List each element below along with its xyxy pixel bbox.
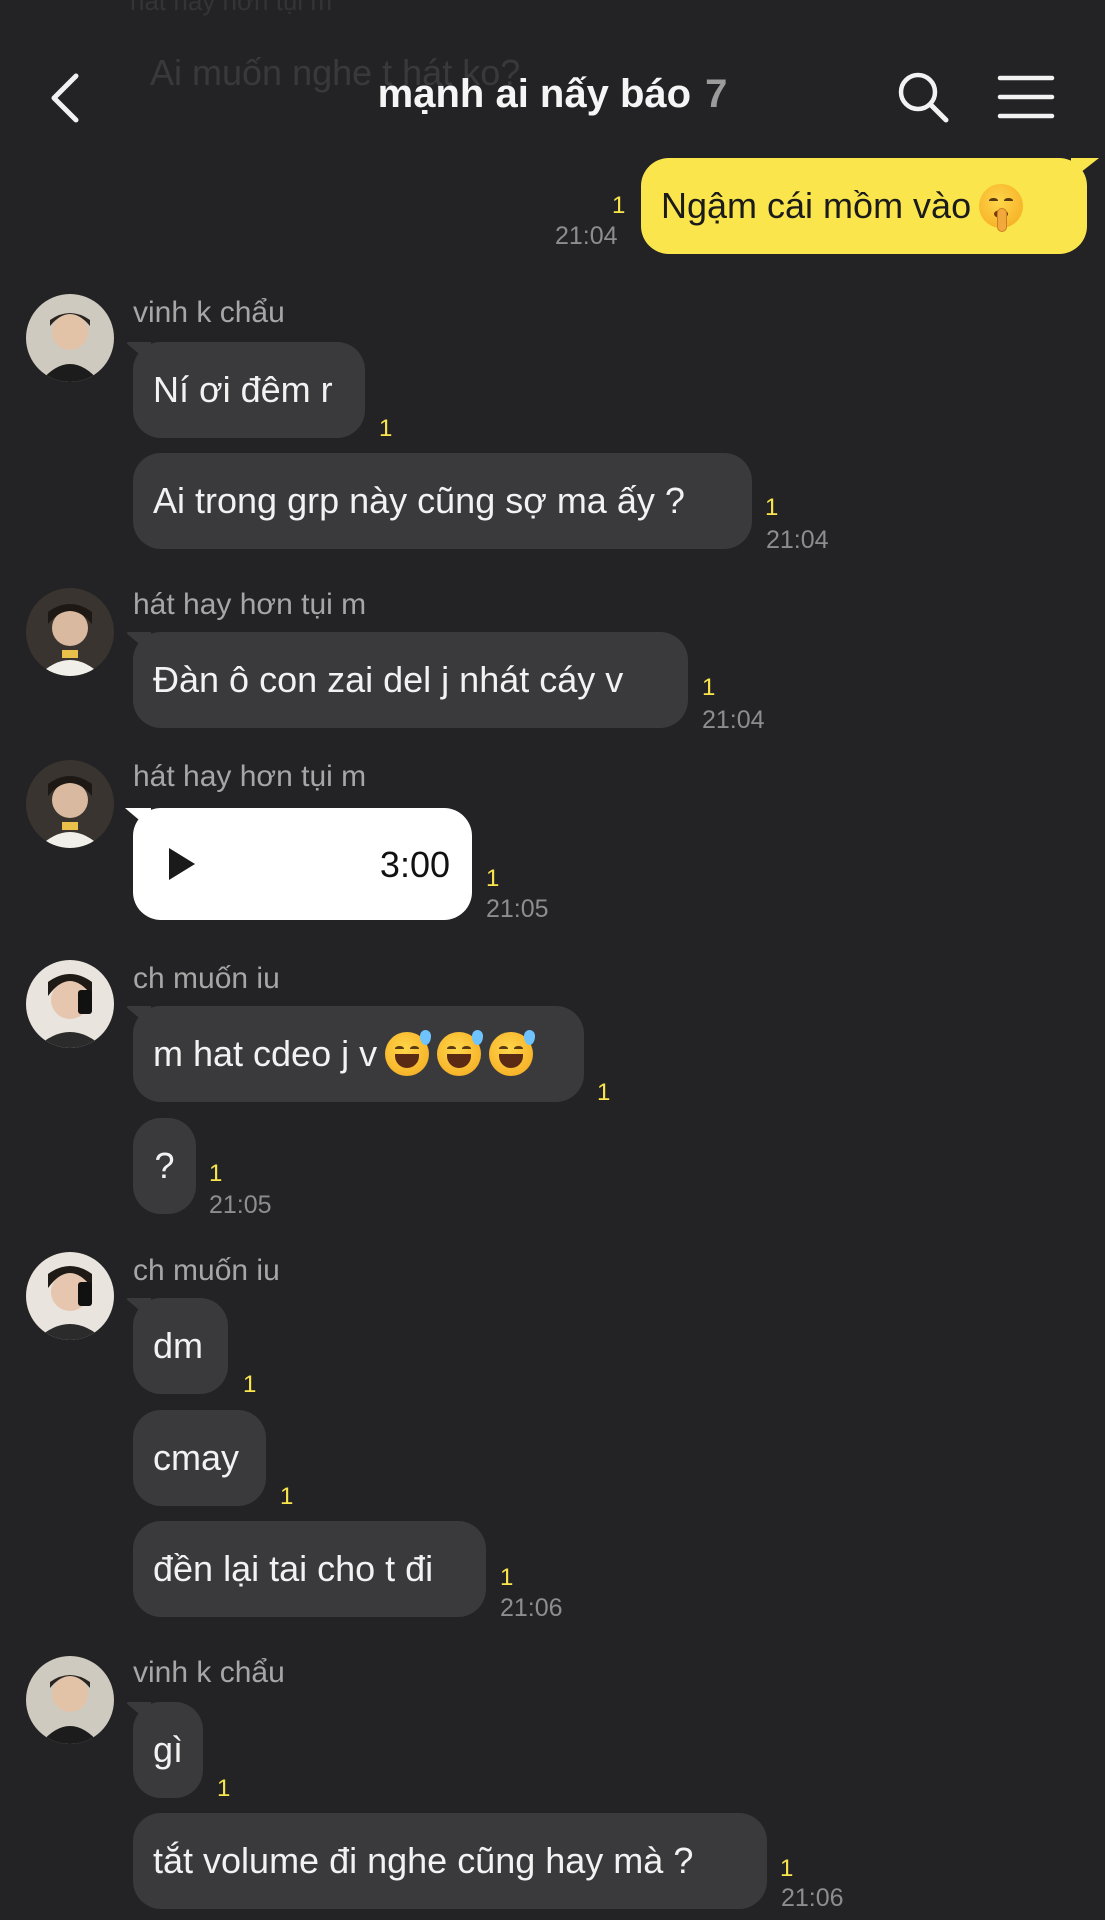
- unread-count: 1: [500, 1564, 514, 1591]
- sender-name: hát hay hơn tụi m: [133, 760, 367, 793]
- my-message-bubble[interactable]: Ngậm cái mồm vào: [641, 158, 1087, 254]
- message-text: tắt volume đi nghe cũng hay mà ?: [153, 1840, 694, 1881]
- hamburger-menu-icon: [997, 75, 1055, 119]
- message-text: Ai trong grp này cũng sợ ma ấy ?: [153, 480, 685, 521]
- message-text: Ní ơi đêm r: [153, 369, 333, 410]
- shushing-face-emoji: [979, 184, 1024, 232]
- message-bubble[interactable]: tắt volume đi nghe cũng hay mà ?: [133, 1813, 767, 1909]
- avatar[interactable]: [26, 294, 114, 382]
- unread-count: 1: [486, 865, 500, 892]
- unread-count: 1: [217, 1775, 231, 1802]
- message-text: dm: [153, 1325, 204, 1366]
- unread-count: 1: [702, 674, 716, 701]
- voice-duration: 3:00: [379, 844, 450, 885]
- unread-count: 1: [780, 1855, 794, 1882]
- chat-screen: hát hay hơn tụi m Ai muốn nghe t hát ko?…: [0, 0, 1105, 1920]
- message-text: ?: [154, 1145, 175, 1186]
- message-bubble[interactable]: đền lại tai cho t đi: [133, 1521, 486, 1617]
- avatar[interactable]: [26, 760, 114, 848]
- voice-message[interactable]: 3:00: [133, 808, 472, 920]
- avatar[interactable]: [26, 588, 114, 676]
- search-button[interactable]: [896, 70, 952, 126]
- unread-count: 1: [597, 1079, 611, 1106]
- message-time: 21:05: [209, 1191, 272, 1219]
- play-icon[interactable]: [167, 846, 197, 882]
- unread-count: 1: [243, 1371, 257, 1398]
- message-time: 21:04: [702, 706, 765, 734]
- sender-name: ch muốn iu: [133, 962, 280, 995]
- message-bubble[interactable]: Đàn ô con zai del j nhát cáy v: [133, 632, 688, 728]
- message-bubble[interactable]: gì: [133, 1702, 203, 1798]
- message-text: Ngậm cái mồm vào: [661, 185, 972, 226]
- chat-header: mạnh ai nấy báo 7: [0, 0, 1105, 150]
- message-bubble[interactable]: ?: [133, 1118, 196, 1214]
- message-bubble[interactable]: dm: [133, 1298, 228, 1394]
- avatar[interactable]: [26, 1252, 114, 1340]
- avatar[interactable]: [26, 960, 114, 1048]
- message-time: 21:04: [766, 526, 829, 554]
- message-bubble[interactable]: cmay: [133, 1410, 266, 1506]
- message-bubble[interactable]: Ní ơi đêm r: [133, 342, 365, 438]
- grinning-sweat-face-emoji: [489, 1030, 536, 1076]
- message-text: gì: [153, 1729, 184, 1770]
- unread-count: 1: [765, 494, 779, 521]
- search-icon: [898, 72, 949, 123]
- message-time: 21:06: [500, 1594, 563, 1622]
- unread-count: 1: [209, 1160, 223, 1187]
- grinning-sweat-face-emoji: [437, 1030, 484, 1076]
- sender-name: hát hay hơn tụi m: [133, 588, 367, 621]
- grinning-sweat-face-emoji: [385, 1030, 432, 1076]
- message-text: đền lại tai cho t đi: [153, 1548, 434, 1589]
- message-text: Đàn ô con zai del j nhát cáy v: [153, 659, 624, 700]
- message-text: cmay: [153, 1437, 240, 1478]
- message-time: 21:05: [486, 895, 549, 923]
- sender-name: vinh k chẩu: [133, 296, 285, 329]
- unread-count: 1: [280, 1483, 294, 1510]
- menu-button[interactable]: [996, 72, 1056, 122]
- message-time: 21:06: [781, 1884, 844, 1912]
- sender-name: vinh k chẩu: [133, 1656, 285, 1689]
- message-bubble[interactable]: m hat cdeo j v: [133, 1006, 584, 1102]
- unread-count: 1: [612, 192, 626, 219]
- message-time: 21:04: [555, 222, 618, 250]
- member-count: 7: [705, 72, 728, 116]
- avatar[interactable]: [26, 1656, 114, 1744]
- room-name: mạnh ai nấy báo: [377, 72, 692, 116]
- message-text: m hat cdeo j v: [153, 1033, 378, 1074]
- sender-name: ch muốn iu: [133, 1254, 280, 1287]
- unread-count: 1: [379, 415, 393, 442]
- message-bubble[interactable]: Ai trong grp này cũng sợ ma ấy ?: [133, 453, 752, 549]
